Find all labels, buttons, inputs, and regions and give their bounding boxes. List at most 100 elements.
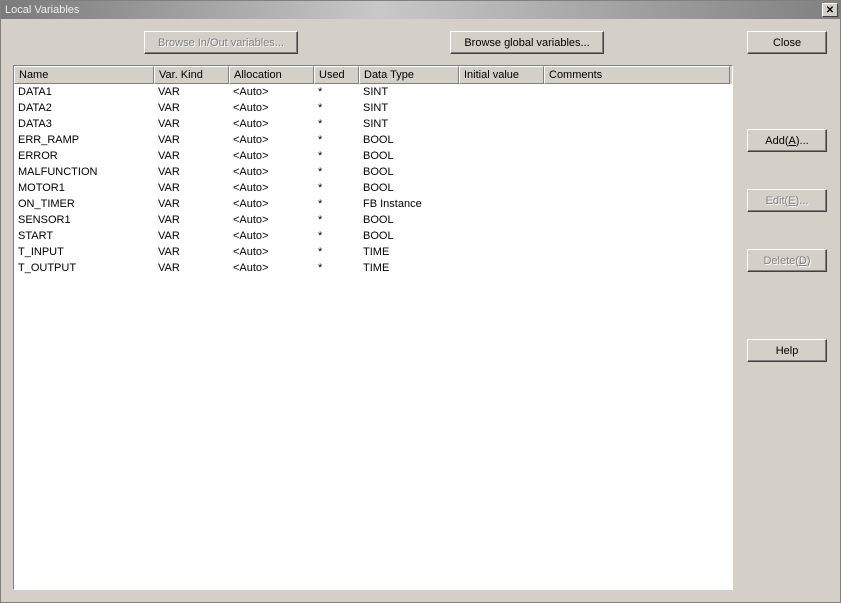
cell-data-type: BOOL	[359, 166, 459, 178]
add-button[interactable]: Add(A)...	[747, 129, 827, 152]
cell-used: *	[314, 86, 359, 98]
table-header-row: Name Var. Kind Allocation Used Data Type…	[14, 66, 732, 84]
cell-allocation: <Auto>	[229, 102, 314, 114]
close-label: Close	[773, 37, 801, 49]
table-row[interactable]: DATA3VAR<Auto>*SINT	[14, 116, 732, 132]
cell-var-kind: VAR	[154, 262, 229, 274]
cell-data-type: BOOL	[359, 134, 459, 146]
browse-global-button[interactable]: Browse global variables...	[450, 31, 604, 54]
table-row[interactable]: T_INPUTVAR<Auto>*TIME	[14, 244, 732, 260]
delete-label: Delete(D)	[763, 255, 810, 267]
edit-button: Edit(E)...	[747, 189, 827, 212]
cell-name: DATA2	[14, 102, 154, 114]
cell-var-kind: VAR	[154, 102, 229, 114]
table-body: DATA1VAR<Auto>*SINTDATA2VAR<Auto>*SINTDA…	[14, 84, 732, 276]
cell-var-kind: VAR	[154, 182, 229, 194]
cell-allocation: <Auto>	[229, 118, 314, 130]
help-button[interactable]: Help	[747, 339, 827, 362]
header-data-type[interactable]: Data Type	[359, 66, 459, 84]
table-row[interactable]: SENSOR1VAR<Auto>*BOOL	[14, 212, 732, 228]
table-row[interactable]: ON_TIMERVAR<Auto>*FB Instance	[14, 196, 732, 212]
browse-io-button: Browse In/Out variables...	[144, 31, 298, 54]
cell-data-type: SINT	[359, 86, 459, 98]
header-used[interactable]: Used	[314, 66, 359, 84]
header-initial[interactable]: Initial value	[459, 66, 544, 84]
content-area: Browse In/Out variables... Browse global…	[1, 19, 840, 602]
cell-used: *	[314, 198, 359, 210]
cell-var-kind: VAR	[154, 246, 229, 258]
close-icon[interactable]: ✕	[822, 3, 838, 17]
table-row[interactable]: MOTOR1VAR<Auto>*BOOL	[14, 180, 732, 196]
cell-used: *	[314, 134, 359, 146]
cell-data-type: TIME	[359, 262, 459, 274]
cell-used: *	[314, 182, 359, 194]
cell-allocation: <Auto>	[229, 182, 314, 194]
cell-used: *	[314, 246, 359, 258]
cell-var-kind: VAR	[154, 166, 229, 178]
cell-name: DATA1	[14, 86, 154, 98]
table-row[interactable]: STARTVAR<Auto>*BOOL	[14, 228, 732, 244]
cell-used: *	[314, 118, 359, 130]
cell-allocation: <Auto>	[229, 150, 314, 162]
header-name[interactable]: Name	[14, 66, 154, 84]
cell-name: ON_TIMER	[14, 198, 154, 210]
cell-var-kind: VAR	[154, 150, 229, 162]
cell-name: START	[14, 230, 154, 242]
header-allocation[interactable]: Allocation	[229, 66, 314, 84]
close-button[interactable]: Close	[747, 31, 827, 54]
edit-label: Edit(E)...	[766, 195, 809, 207]
cell-name: ERR_RAMP	[14, 134, 154, 146]
cell-name: SENSOR1	[14, 214, 154, 226]
browse-io-label: Browse In/Out variables...	[158, 37, 284, 49]
header-var-kind[interactable]: Var. Kind	[154, 66, 229, 84]
titlebar: Local Variables ✕	[1, 1, 840, 19]
cell-used: *	[314, 166, 359, 178]
cell-allocation: <Auto>	[229, 230, 314, 242]
cell-data-type: SINT	[359, 118, 459, 130]
cell-name: T_OUTPUT	[14, 262, 154, 274]
cell-var-kind: VAR	[154, 118, 229, 130]
cell-allocation: <Auto>	[229, 198, 314, 210]
delete-button: Delete(D)	[747, 249, 827, 272]
cell-allocation: <Auto>	[229, 262, 314, 274]
cell-var-kind: VAR	[154, 86, 229, 98]
cell-var-kind: VAR	[154, 230, 229, 242]
table-row[interactable]: DATA1VAR<Auto>*SINT	[14, 84, 732, 100]
cell-allocation: <Auto>	[229, 246, 314, 258]
cell-allocation: <Auto>	[229, 166, 314, 178]
table-row[interactable]: ERRORVAR<Auto>*BOOL	[14, 148, 732, 164]
cell-used: *	[314, 214, 359, 226]
top-button-row: Browse In/Out variables... Browse global…	[1, 31, 840, 55]
cell-data-type: SINT	[359, 102, 459, 114]
cell-var-kind: VAR	[154, 198, 229, 210]
table-row[interactable]: ERR_RAMPVAR<Auto>*BOOL	[14, 132, 732, 148]
table-row[interactable]: DATA2VAR<Auto>*SINT	[14, 100, 732, 116]
cell-data-type: TIME	[359, 246, 459, 258]
cell-used: *	[314, 262, 359, 274]
variables-table[interactable]: Name Var. Kind Allocation Used Data Type…	[13, 65, 733, 590]
table-row[interactable]: MALFUNCTIONVAR<Auto>*BOOL	[14, 164, 732, 180]
local-variables-window: Local Variables ✕ Browse In/Out variable…	[0, 0, 841, 603]
cell-data-type: FB Instance	[359, 198, 459, 210]
cell-allocation: <Auto>	[229, 86, 314, 98]
cell-var-kind: VAR	[154, 134, 229, 146]
cell-used: *	[314, 150, 359, 162]
cell-allocation: <Auto>	[229, 134, 314, 146]
cell-name: MOTOR1	[14, 182, 154, 194]
cell-name: MALFUNCTION	[14, 166, 154, 178]
cell-name: ERROR	[14, 150, 154, 162]
cell-used: *	[314, 230, 359, 242]
cell-used: *	[314, 102, 359, 114]
browse-global-label: Browse global variables...	[464, 37, 589, 49]
cell-var-kind: VAR	[154, 214, 229, 226]
cell-data-type: BOOL	[359, 230, 459, 242]
cell-data-type: BOOL	[359, 214, 459, 226]
cell-data-type: BOOL	[359, 182, 459, 194]
cell-name: DATA3	[14, 118, 154, 130]
window-title: Local Variables	[5, 4, 79, 16]
cell-data-type: BOOL	[359, 150, 459, 162]
cell-allocation: <Auto>	[229, 214, 314, 226]
help-label: Help	[776, 345, 799, 357]
header-comments[interactable]: Comments	[544, 66, 730, 84]
table-row[interactable]: T_OUTPUTVAR<Auto>*TIME	[14, 260, 732, 276]
